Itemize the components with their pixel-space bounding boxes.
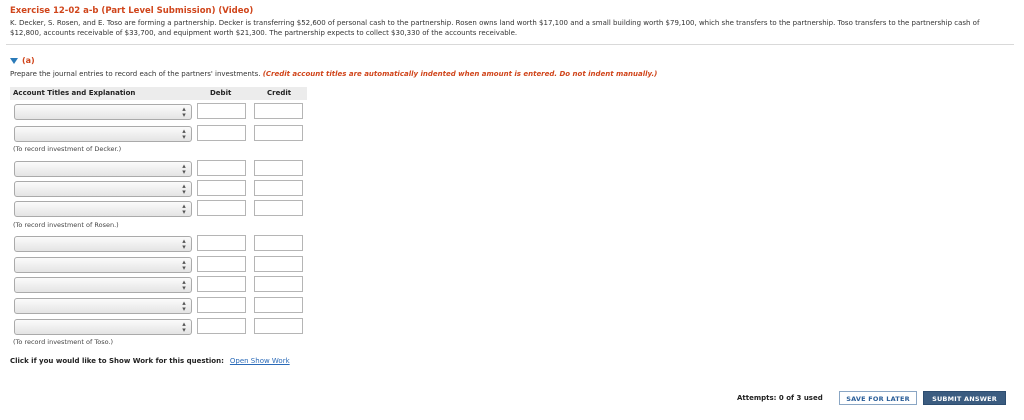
- note-rosen: (To record investment of Rosen.): [13, 221, 119, 229]
- submit-answer-button[interactable]: SUBMIT ANSWER: [923, 391, 1006, 405]
- account-select[interactable]: ▴ ▾: [14, 201, 192, 217]
- credit-input[interactable]: [254, 103, 303, 119]
- part-a-toggle[interactable]: (a): [10, 56, 35, 65]
- updown-arrow-icon: ▴ ▾: [182, 162, 186, 176]
- updown-arrow-icon: ▴ ▾: [182, 320, 186, 334]
- debit-input[interactable]: [197, 180, 246, 196]
- journal-row: ▴ ▾: [10, 235, 307, 253]
- account-select[interactable]: ▴ ▾: [14, 126, 192, 142]
- journal-row: ▴ ▾: [10, 318, 307, 336]
- note-toso: (To record investment of Toso.): [13, 338, 114, 346]
- credit-input[interactable]: [254, 200, 303, 216]
- problem-text: K. Decker, S. Rosen, and E. Toso are for…: [10, 19, 980, 37]
- updown-arrow-icon: ▴ ▾: [182, 278, 186, 292]
- account-select[interactable]: ▴ ▾: [14, 319, 192, 335]
- journal-row: ▴ ▾: [10, 200, 307, 218]
- journal-row: ▴ ▾: [10, 256, 307, 274]
- note-decker: (To record investment of Decker.): [13, 145, 122, 153]
- credit-input[interactable]: [254, 318, 303, 334]
- journal-row: ▴ ▾: [10, 297, 307, 315]
- debit-input[interactable]: [197, 235, 246, 251]
- journal-row: ▴ ▾: [10, 160, 307, 178]
- open-show-work-link[interactable]: Open Show Work: [230, 357, 290, 365]
- part-a-label: (a): [22, 56, 35, 65]
- updown-arrow-icon: ▴ ▾: [182, 182, 186, 196]
- updown-arrow-icon: ▴ ▾: [182, 258, 186, 272]
- updown-arrow-icon: ▴ ▾: [182, 127, 186, 141]
- journal-table-header: Account Titles and Explanation Debit Cre…: [10, 87, 307, 100]
- credit-input[interactable]: [254, 276, 303, 292]
- header-account: Account Titles and Explanation: [13, 89, 136, 97]
- account-select[interactable]: ▴ ▾: [14, 277, 192, 293]
- journal-row: ▴ ▾: [10, 180, 307, 198]
- updown-arrow-icon: ▴ ▾: [182, 105, 186, 119]
- credit-input[interactable]: [254, 235, 303, 251]
- account-select[interactable]: ▴ ▾: [14, 181, 192, 197]
- debit-input[interactable]: [197, 200, 246, 216]
- instruction-note: (Credit account titles are automatically…: [262, 70, 658, 78]
- account-select[interactable]: ▴ ▾: [14, 161, 192, 177]
- debit-input[interactable]: [197, 297, 246, 313]
- exercise-header: Exercise 12-02 a-b (Part Level Submissio…: [6, 6, 1014, 45]
- credit-input[interactable]: [254, 256, 303, 272]
- triangle-down-icon: [10, 57, 18, 64]
- account-select[interactable]: ▴ ▾: [14, 236, 192, 252]
- show-work-prompt: Click if you would like to Show Work for…: [10, 357, 224, 365]
- debit-input[interactable]: [197, 125, 246, 141]
- updown-arrow-icon: ▴ ▾: [182, 299, 186, 313]
- journal-row: ▴ ▾: [10, 103, 307, 121]
- debit-input[interactable]: [197, 103, 246, 119]
- exercise-title: Exercise 12-02 a-b (Part Level Submissio…: [10, 6, 254, 16]
- save-for-later-button[interactable]: SAVE FOR LATER: [839, 391, 917, 405]
- credit-input[interactable]: [254, 160, 303, 176]
- journal-row: ▴ ▾: [10, 125, 307, 143]
- credit-input[interactable]: [254, 180, 303, 196]
- updown-arrow-icon: ▴ ▾: [182, 202, 186, 216]
- debit-input[interactable]: [197, 276, 246, 292]
- header-credit: Credit: [267, 89, 292, 97]
- account-select[interactable]: ▴ ▾: [14, 104, 192, 120]
- credit-input[interactable]: [254, 297, 303, 313]
- updown-arrow-icon: ▴ ▾: [182, 237, 186, 251]
- instruction-text: Prepare the journal entries to record ea…: [10, 70, 261, 78]
- instructions: Prepare the journal entries to record ea…: [10, 70, 657, 78]
- debit-input[interactable]: [197, 256, 246, 272]
- attempts-counter: Attempts: 0 of 3 used: [737, 394, 823, 402]
- debit-input[interactable]: [197, 160, 246, 176]
- account-select[interactable]: ▴ ▾: [14, 298, 192, 314]
- show-work-section: Click if you would like to Show Work for…: [10, 357, 290, 365]
- header-debit: Debit: [210, 89, 232, 97]
- account-select[interactable]: ▴ ▾: [14, 257, 192, 273]
- journal-row: ▴ ▾: [10, 276, 307, 294]
- credit-input[interactable]: [254, 125, 303, 141]
- debit-input[interactable]: [197, 318, 246, 334]
